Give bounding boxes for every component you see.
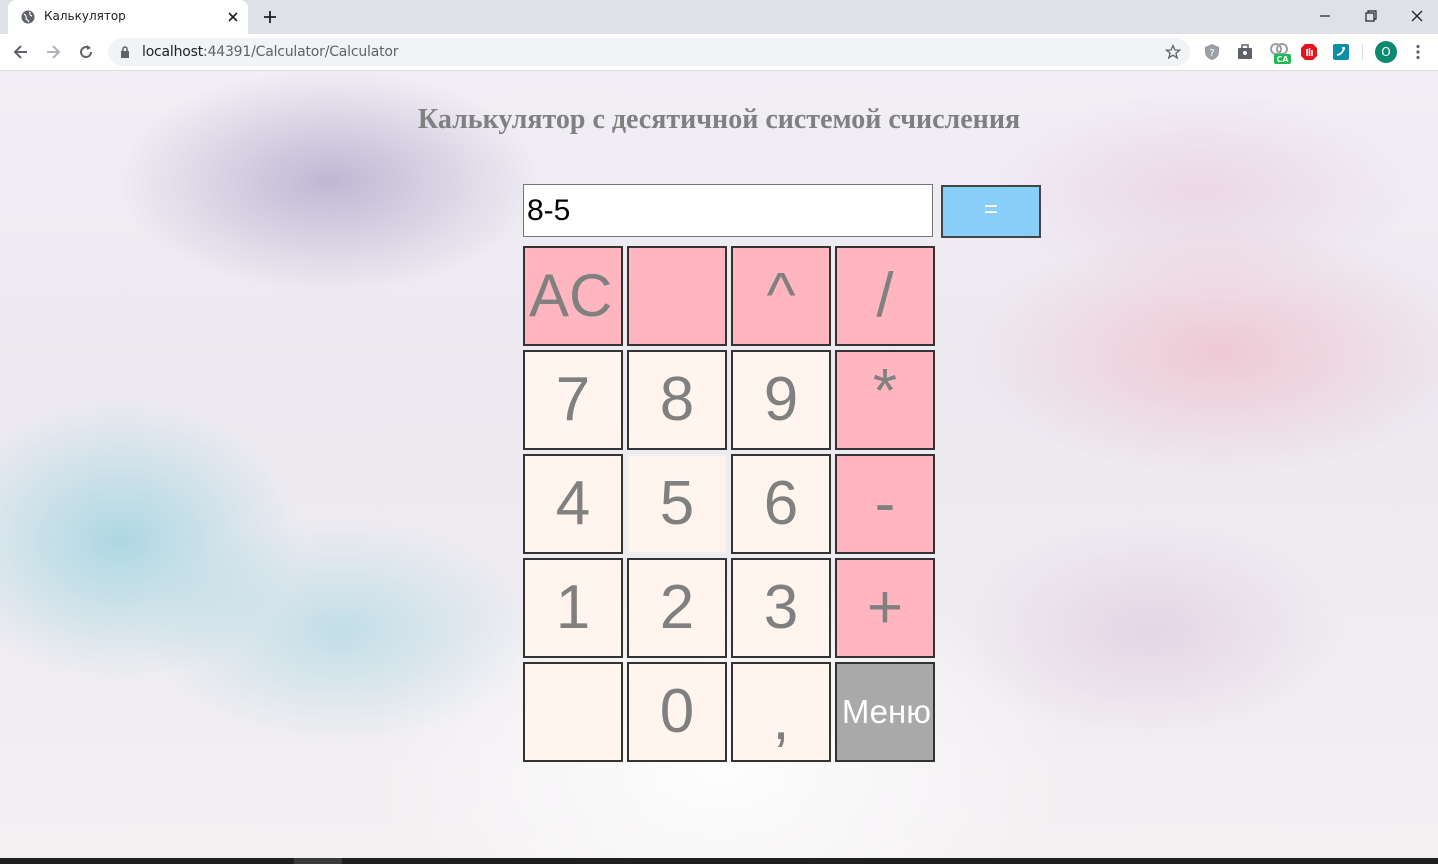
digit-4-button[interactable]: 4: [523, 454, 623, 554]
comma-button[interactable]: ,: [731, 662, 831, 762]
minimize-icon[interactable]: [1317, 8, 1333, 24]
digit-0-button[interactable]: 0: [627, 662, 727, 762]
url-path: :44391/Calculator/Calculator: [203, 44, 399, 60]
digit-9-button[interactable]: 9: [731, 350, 831, 450]
toolbar-divider: [1362, 44, 1363, 60]
taskbar-segment: [294, 858, 342, 864]
bookmark-star-icon[interactable]: [1165, 44, 1181, 60]
digit-7-button[interactable]: 7: [523, 350, 623, 450]
equals-button[interactable]: =: [941, 185, 1041, 238]
close-tab-icon[interactable]: [226, 10, 240, 24]
ca-extension-icon[interactable]: CA: [1268, 41, 1292, 65]
close-window-icon[interactable]: [1409, 8, 1425, 24]
adblock-extension-icon[interactable]: [1300, 43, 1318, 61]
plus-button[interactable]: +: [835, 558, 935, 658]
back-arrow-icon[interactable]: [12, 43, 30, 61]
digit-5-button[interactable]: 5: [627, 454, 727, 554]
globe-icon: [21, 10, 35, 24]
digit-1-button[interactable]: 1: [523, 558, 623, 658]
page-viewport: Калькулятор с десятичной системой счисле…: [0, 71, 1438, 858]
calculator-display-input[interactable]: 8-5: [523, 184, 933, 237]
blank-operator-button[interactable]: [627, 246, 727, 346]
teal-extension-icon[interactable]: [1332, 43, 1350, 61]
url-text: localhost:44391/Calculator/Calculator: [142, 44, 399, 60]
shield-extension-icon[interactable]: ?: [1203, 43, 1221, 61]
reload-icon[interactable]: [77, 43, 95, 61]
page-title: Калькулятор с десятичной системой счисле…: [417, 104, 1021, 135]
digit-8-button[interactable]: 8: [627, 350, 727, 450]
clear-button[interactable]: AC: [523, 246, 623, 346]
taskbar-strip: [0, 858, 1438, 864]
digit-6-button[interactable]: 6: [731, 454, 831, 554]
address-bar[interactable]: localhost:44391/Calculator/Calculator: [108, 38, 1190, 66]
new-tab-icon[interactable]: [262, 9, 278, 25]
forward-arrow-icon[interactable]: [44, 43, 62, 61]
divide-button[interactable]: /: [835, 246, 935, 346]
browser-toolbar: localhost:44391/Calculator/Calculator ? …: [0, 34, 1438, 71]
briefcase-extension-icon[interactable]: [1236, 43, 1254, 61]
kebab-menu-icon[interactable]: [1409, 43, 1427, 61]
digit-3-button[interactable]: 3: [731, 558, 831, 658]
multiply-button[interactable]: *: [835, 350, 935, 450]
menu-button[interactable]: Меню: [835, 662, 935, 762]
restore-icon[interactable]: [1363, 8, 1379, 24]
minus-button[interactable]: -: [835, 454, 935, 554]
browser-tab[interactable]: Калькулятор: [8, 0, 248, 34]
url-host: localhost: [142, 44, 204, 60]
profile-avatar[interactable]: O: [1375, 41, 1397, 63]
lock-icon: [121, 46, 129, 58]
digit-2-button[interactable]: 2: [627, 558, 727, 658]
browser-tab-strip: Калькулятор: [0, 0, 1438, 34]
blank-digit-button[interactable]: [523, 662, 623, 762]
tab-title: Калькулятор: [44, 9, 126, 23]
power-button[interactable]: ^: [731, 246, 831, 346]
svg-text:?: ?: [1209, 48, 1214, 59]
ca-badge-text: CA: [1276, 55, 1289, 64]
